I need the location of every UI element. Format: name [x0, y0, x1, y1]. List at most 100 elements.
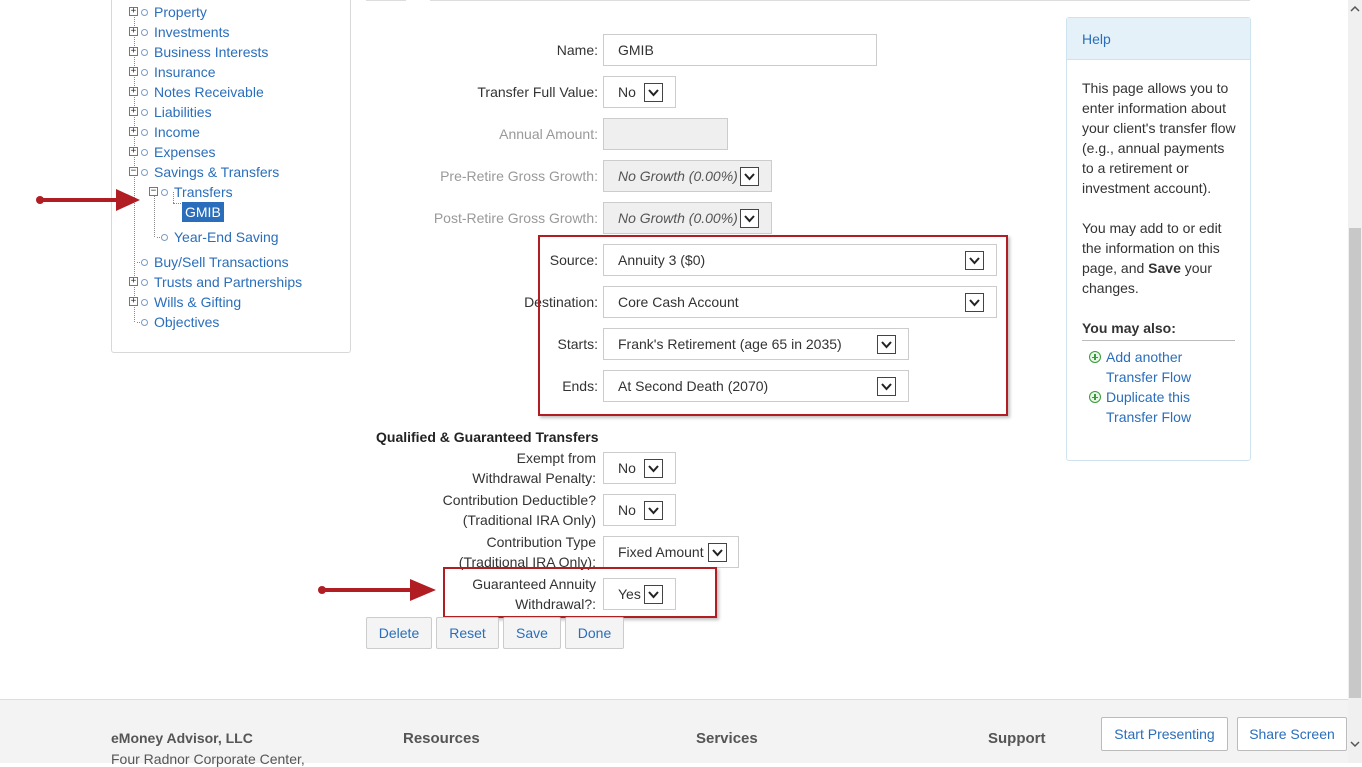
help-body: This page allows you to enter informatio… — [1067, 60, 1250, 427]
footer-address: Four Radnor Corporate Center, — [111, 751, 305, 767]
tree-item-label[interactable]: Wills & Gifting — [154, 292, 241, 312]
tree-connector — [154, 190, 155, 237]
tree-item-label[interactable]: Business Interests — [154, 42, 268, 62]
pre-retire-growth-select[interactable]: No Growth (0.00%) — [603, 160, 772, 192]
chevron-down-icon[interactable] — [708, 543, 727, 562]
contribution-type-select[interactable]: Fixed Amount — [603, 536, 739, 568]
select-value: No — [618, 84, 636, 100]
annotation-arrow-icon — [36, 189, 140, 211]
delete-button[interactable]: Delete — [366, 617, 432, 649]
contribution-deductible-select[interactable]: No — [603, 494, 676, 526]
top-rule — [430, 0, 1250, 1]
expand-icon[interactable]: + — [129, 127, 138, 136]
tree-item-label[interactable]: Income — [154, 122, 200, 142]
tree-item-label[interactable]: Trusts and Partnerships — [154, 272, 302, 292]
node-icon — [141, 259, 148, 266]
add-circle-icon — [1089, 351, 1101, 363]
pre-retire-growth-label: Pre-Retire Gross Growth: — [440, 168, 598, 184]
help-panel: Help This page allows you to enter infor… — [1066, 17, 1251, 461]
tree-item-label[interactable]: Liabilities — [154, 102, 212, 122]
name-label: Name: — [556, 42, 598, 58]
node-icon — [141, 89, 148, 96]
node-icon — [141, 319, 148, 326]
footer-resources-heading[interactable]: Resources — [403, 730, 480, 747]
transfer-full-value-label: Transfer Full Value: — [477, 84, 598, 100]
reset-button[interactable]: Reset — [436, 617, 499, 649]
scroll-down-icon[interactable] — [1350, 739, 1360, 749]
chevron-down-icon[interactable] — [644, 501, 663, 520]
expand-icon[interactable]: + — [129, 297, 138, 306]
footer-services-heading[interactable]: Services — [696, 730, 758, 747]
tree-item-label[interactable]: Investments — [154, 22, 229, 42]
share-screen-button[interactable]: Share Screen — [1237, 717, 1347, 751]
collapse-icon[interactable]: − — [129, 167, 138, 176]
tree-item-label[interactable]: Savings & Transfers — [154, 162, 279, 182]
chevron-down-icon[interactable] — [644, 83, 663, 102]
vertical-scrollbar[interactable] — [1348, 0, 1362, 763]
tree-item-label[interactable]: Transfers — [174, 182, 233, 202]
select-value: No — [618, 460, 636, 476]
qualified-guaranteed-section-title: Qualified & Guaranteed Transfers — [376, 429, 599, 445]
you-may-also-heading: You may also: — [1082, 318, 1235, 341]
chevron-down-icon[interactable] — [740, 209, 759, 228]
start-presenting-button[interactable]: Start Presenting — [1101, 717, 1228, 751]
tree-connector — [173, 203, 181, 204]
post-retire-growth-select[interactable]: No Growth (0.00%) — [603, 202, 772, 234]
link-text[interactable]: Duplicate this Transfer Flow — [1106, 389, 1191, 425]
done-button[interactable]: Done — [565, 617, 624, 649]
scrollbar-thumb[interactable] — [1349, 228, 1361, 698]
tree-item-label[interactable]: Insurance — [154, 62, 215, 82]
link-text[interactable]: Add another Transfer Flow — [1106, 349, 1191, 385]
duplicate-transfer-flow-link[interactable]: Duplicate this Transfer Flow — [1082, 387, 1236, 427]
save-button[interactable]: Save — [503, 617, 561, 649]
highlight-box-guaranteed — [443, 567, 717, 618]
tree-connector — [173, 192, 174, 203]
expand-icon[interactable]: + — [129, 147, 138, 156]
node-icon — [141, 169, 148, 176]
help-paragraph: This page allows you to enter informatio… — [1082, 80, 1236, 196]
node-icon — [141, 69, 148, 76]
tree-item-label[interactable]: Buy/Sell Transactions — [154, 252, 289, 272]
tree-item-label[interactable]: Notes Receivable — [154, 82, 264, 102]
expand-icon[interactable]: + — [129, 47, 138, 56]
node-icon — [161, 234, 168, 241]
exempt-penalty-select[interactable]: No — [603, 452, 676, 484]
expand-icon[interactable]: + — [129, 87, 138, 96]
label-line: Exempt from — [516, 450, 596, 466]
node-icon — [141, 149, 148, 156]
tree-item-label[interactable]: Objectives — [154, 312, 219, 332]
annual-amount-input[interactable] — [603, 118, 728, 150]
top-rule-left — [366, 0, 406, 1]
tree-item-label[interactable]: Expenses — [154, 142, 215, 162]
select-value: Fixed Amount — [618, 544, 704, 560]
help-text-bold: Save — [1148, 260, 1181, 276]
collapse-icon[interactable]: − — [149, 187, 158, 196]
node-icon — [141, 49, 148, 56]
help-paragraph: You may add to or edit the information o… — [1082, 218, 1236, 298]
expand-icon[interactable]: + — [129, 7, 138, 16]
tree-item-label-selected[interactable]: GMIB — [182, 202, 224, 222]
expand-icon[interactable]: + — [129, 27, 138, 36]
label-line: (Traditional IRA Only) — [462, 512, 596, 528]
select-value: No Growth (0.00%) — [618, 168, 738, 184]
tree-item-label[interactable]: Year-End Saving — [174, 227, 279, 247]
chevron-down-icon[interactable] — [644, 459, 663, 478]
chevron-down-icon[interactable] — [740, 167, 759, 186]
tree-item-label[interactable]: Property — [154, 2, 207, 22]
transfer-full-value-select[interactable]: No — [603, 76, 676, 108]
node-icon — [161, 189, 168, 196]
footer-support-heading[interactable]: Support — [988, 730, 1046, 747]
contribution-deductible-label: Contribution Deductible? (Traditional IR… — [400, 490, 596, 530]
highlight-box-source-ends — [538, 235, 1008, 416]
node-icon — [141, 279, 148, 286]
expand-icon[interactable]: + — [129, 67, 138, 76]
label-line: Contribution Deductible? — [442, 492, 596, 508]
expand-icon[interactable]: + — [129, 107, 138, 116]
add-transfer-flow-link[interactable]: Add another Transfer Flow — [1082, 347, 1236, 387]
node-icon — [141, 129, 148, 136]
expand-icon[interactable]: + — [129, 277, 138, 286]
scroll-up-icon[interactable] — [1350, 4, 1360, 14]
name-input[interactable]: GMIB — [603, 34, 877, 66]
select-value: No Growth (0.00%) — [618, 210, 738, 226]
node-icon — [141, 299, 148, 306]
